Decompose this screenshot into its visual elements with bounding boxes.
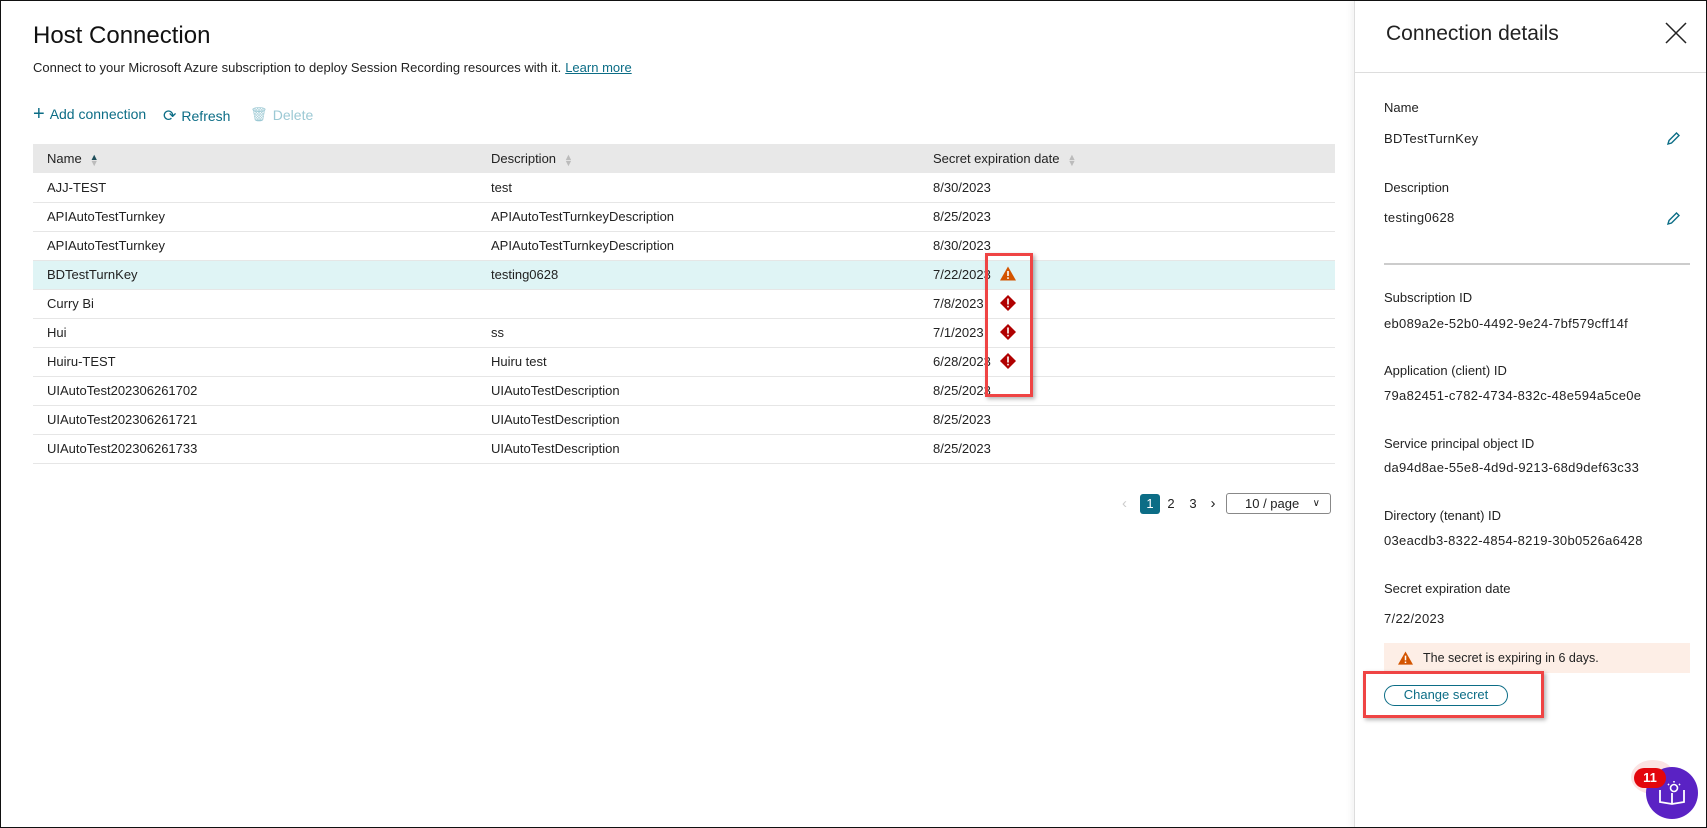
add-connection-button[interactable]: + Add connection — [33, 103, 147, 125]
cell-expiry: 7/1/2023 — [919, 318, 1335, 348]
service-principal-label: Service principal object ID — [1384, 436, 1535, 451]
cell-name: AJJ-TEST — [33, 173, 477, 203]
page-1[interactable]: 1 — [1140, 493, 1160, 514]
cell-description: testing0628 — [477, 260, 919, 290]
expiration-label: Secret expiration date — [1384, 581, 1511, 596]
application-id-value: 79a82451-c782-4734-832c-48e594a5ce0e — [1384, 388, 1642, 403]
chevron-down-icon: ∨ — [1312, 498, 1320, 509]
cell-expiry: 8/25/2023 — [919, 405, 1335, 435]
table-row[interactable]: Huiru-TEST Huiru test 6/28/2023 — [33, 347, 1335, 377]
plus-icon: + — [33, 103, 45, 125]
cell-name: BDTestTurnKey — [33, 260, 477, 290]
panel-divider — [1384, 263, 1690, 265]
cell-name: Huiru-TEST — [33, 347, 477, 377]
cell-name: UIAutoTest202306261721 — [33, 405, 477, 435]
pagination: ‹ 1 2 3 › 10 / page ∨ — [1122, 493, 1331, 514]
cell-description: ss — [477, 318, 919, 348]
expiry-warning-banner: The secret is expiring in 6 days. — [1384, 643, 1690, 673]
cell-description: UIAutoTestDescription — [477, 434, 919, 464]
directory-id-label: Directory (tenant) ID — [1384, 508, 1502, 523]
cell-expiry: 7/22/2023 — [919, 260, 1335, 290]
cell-description — [477, 289, 919, 319]
sort-icon: ▲ ▼ — [564, 151, 573, 168]
highlight-box — [985, 253, 1033, 397]
refresh-label: Refresh — [181, 108, 231, 124]
panel-header-divider — [1355, 72, 1707, 73]
application-id-label: Application (client) ID — [1384, 363, 1507, 378]
table-row[interactable]: UIAutoTest202306261702 UIAutoTestDescript… — [33, 376, 1335, 406]
column-header-name[interactable]: Name ▲ ▼ — [33, 144, 477, 173]
learn-more-link[interactable]: Learn more — [565, 60, 631, 75]
column-header-expiry[interactable]: Secret expiration date ▲ ▼ — [919, 144, 1335, 173]
prev-page-icon[interactable]: ‹ — [1122, 495, 1140, 512]
sort-icon: ▲ ▼ — [89, 151, 99, 168]
page-3[interactable]: 3 — [1182, 496, 1204, 511]
refresh-icon: ⟳ — [163, 108, 177, 125]
cell-description: APIAutoTestTurnkeyDescription — [477, 202, 919, 232]
subtitle-text: Connect to your Microsoft Azure subscrip… — [33, 60, 562, 75]
table-row[interactable]: APIAutoTestTurnkey APIAutoTestTurnkeyDesc… — [33, 202, 1335, 232]
page-size-value: 10 / page — [1245, 496, 1300, 511]
next-page-icon[interactable]: › — [1204, 495, 1222, 512]
cell-description: UIAutoTestDescription — [477, 376, 919, 406]
cell-expiry: 8/25/2023 — [919, 376, 1335, 406]
page-size-select[interactable]: 10 / page ∨ — [1226, 493, 1331, 514]
warning-text: The secret is expiring in 6 days. — [1423, 651, 1599, 665]
cell-name: APIAutoTestTurnkey — [33, 231, 477, 261]
refresh-button[interactable]: ⟳ Refresh — [163, 106, 230, 126]
cell-description: APIAutoTestTurnkeyDescription — [477, 231, 919, 261]
cell-expiry: 8/25/2023 — [919, 202, 1335, 232]
column-label: Secret expiration date — [933, 151, 1060, 166]
connections-table: Name ▲ ▼ Description ▲ ▼ Secret expiration d… — [33, 144, 1335, 464]
cell-name: APIAutoTestTurnkey — [33, 202, 477, 232]
table-row[interactable]: APIAutoTestTurnkey APIAutoTestTurnkeyDesc… — [33, 231, 1335, 261]
sort-icon: ▲ ▼ — [1067, 151, 1077, 168]
cell-name: Curry Bi — [33, 289, 477, 319]
cell-expiry: 7/8/2023 — [919, 289, 1335, 319]
cell-name: UIAutoTest202306261702 — [33, 376, 477, 406]
warning-icon — [1398, 651, 1413, 665]
column-header-description[interactable]: Description ▲ ▼ — [477, 144, 919, 173]
table-row[interactable]: UIAutoTest202306261733 UIAutoTestDescript… — [33, 434, 1335, 464]
cell-name: Hui — [33, 318, 477, 348]
table-row[interactable]: Curry Bi 7/8/2023 — [33, 289, 1335, 319]
table-row[interactable]: BDTestTurnKey testing0628 7/22/2023 — [33, 260, 1335, 290]
description-label: Description — [1384, 180, 1450, 195]
cell-expiry: 6/28/2023 — [919, 347, 1335, 377]
edit-name-icon[interactable] — [1665, 131, 1681, 147]
column-label: Name — [47, 151, 82, 166]
table-row[interactable]: AJJ-TEST test 8/30/2023 — [33, 173, 1335, 203]
expiration-value: 7/22/2023 — [1384, 611, 1445, 626]
cell-expiry: 8/25/2023 — [919, 434, 1335, 464]
cell-expiry: 8/30/2023 — [919, 231, 1335, 261]
highlight-box — [1363, 671, 1544, 718]
cell-description: Huiru test — [477, 347, 919, 377]
delete-label: Delete — [272, 106, 314, 123]
notification-badge: 11 — [1634, 768, 1666, 788]
subscription-id-label: Subscription ID — [1384, 290, 1473, 305]
close-icon[interactable] — [1665, 22, 1687, 44]
trash-icon: 🗑 — [250, 106, 268, 122]
panel-title: Connection details — [1386, 22, 1559, 45]
add-connection-label: Add connection — [49, 106, 147, 122]
table-row[interactable]: Hui ss 7/1/2023 — [33, 318, 1335, 348]
page-subtitle: Connect to your Microsoft Azure subscrip… — [33, 60, 632, 75]
cell-name: UIAutoTest202306261733 — [33, 434, 477, 464]
delete-button[interactable]: 🗑 Delete — [250, 106, 313, 123]
page-title: Host Connection — [33, 22, 211, 49]
column-label: Description — [491, 151, 557, 166]
description-value: testing0628 — [1384, 210, 1455, 225]
cell-description: UIAutoTestDescription — [477, 405, 919, 435]
name-label: Name — [1384, 100, 1419, 115]
edit-description-icon[interactable] — [1665, 211, 1681, 227]
directory-id-value: 03eacdb3-8322-4854-8219-30b0526a6428 — [1384, 533, 1643, 548]
cell-expiry: 8/30/2023 — [919, 173, 1335, 203]
subscription-id-value: eb089a2e-52b0-4492-9e24-7bf579cff14f — [1384, 316, 1629, 331]
table-row[interactable]: UIAutoTest202306261721 UIAutoTestDescript… — [33, 405, 1335, 435]
name-value: BDTestTurnKey — [1384, 131, 1479, 146]
cell-description: test — [477, 173, 919, 203]
page-2[interactable]: 2 — [1160, 496, 1182, 511]
service-principal-value: da94d8ae-55e8-4d9d-9213-68d9def63c33 — [1384, 460, 1640, 475]
